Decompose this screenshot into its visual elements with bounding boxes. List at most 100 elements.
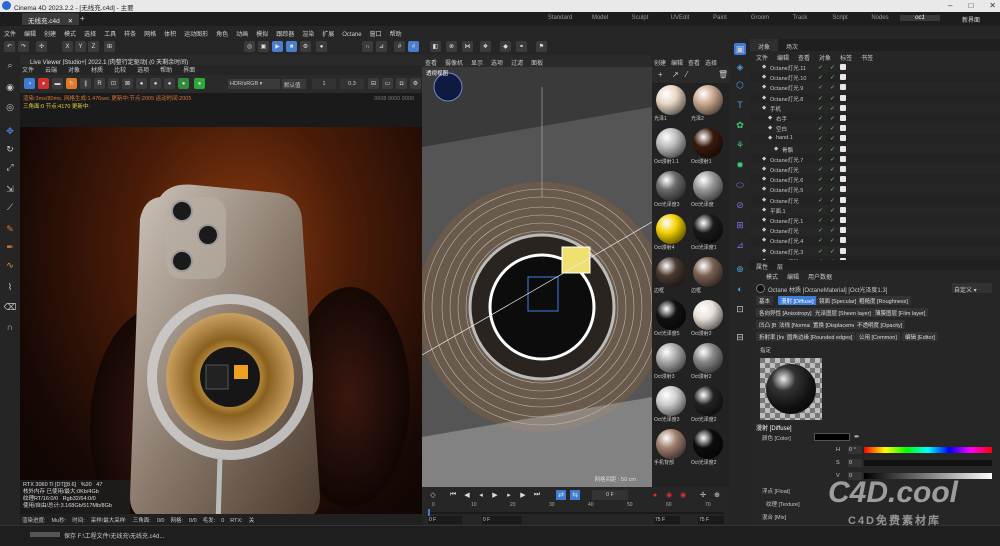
- render-check-icon[interactable]: ✓: [830, 105, 835, 112]
- object-row[interactable]: ◆ 右手 ✓ ✓: [750, 113, 1000, 123]
- status-green-icon[interactable]: ●: [178, 78, 189, 89]
- edit-icon[interactable]: ⁄: [686, 70, 687, 79]
- symmetry-icon[interactable]: ⋈: [462, 41, 473, 52]
- knife-icon[interactable]: ⟋: [4, 201, 16, 213]
- close-button[interactable]: ✕: [989, 1, 996, 10]
- auto-key-icon[interactable]: ◉: [664, 490, 674, 500]
- render-check-icon[interactable]: ✓: [830, 125, 835, 132]
- material-swatch[interactable]: Oct光泽度: [691, 171, 725, 211]
- object-tag-icon[interactable]: [840, 155, 846, 162]
- rendered-image[interactable]: [20, 127, 422, 525]
- object-tag-icon[interactable]: [840, 196, 846, 203]
- menu-item-18[interactable]: 帮助: [390, 29, 402, 38]
- menu-item-5[interactable]: 工具: [104, 29, 116, 38]
- rotate-icon[interactable]: ↻: [4, 143, 16, 155]
- loop-icon[interactable]: ⇄: [556, 490, 566, 500]
- parameter-tab-10[interactable]: 不透明度 [Opacity]: [854, 320, 906, 329]
- object-tag-icon[interactable]: [840, 115, 846, 121]
- render-check-icon[interactable]: ✓: [830, 248, 835, 255]
- generator-icon[interactable]: ✿: [734, 119, 746, 131]
- add-material-icon[interactable]: +: [658, 70, 663, 79]
- axis-z-button[interactable]: Z: [88, 41, 99, 52]
- object-tag-icon[interactable]: [840, 176, 846, 183]
- object-row[interactable]: ◆ Octane灯光.8 ✓ ✓: [750, 93, 1000, 103]
- misc-icon[interactable]: ⊟: [734, 331, 746, 343]
- parameter-tab-14[interactable]: 编辑 [Editor]: [902, 332, 938, 341]
- object-tag-icon[interactable]: [840, 227, 846, 234]
- visibility-check-icon[interactable]: ✓: [818, 156, 823, 163]
- node-icon[interactable]: ⚭: [516, 41, 527, 52]
- lv-menu-item-0[interactable]: 文件: [20, 65, 34, 74]
- magnet-tool-icon[interactable]: ∩: [4, 321, 16, 333]
- pen-icon[interactable]: ✒: [4, 241, 16, 253]
- brush-icon[interactable]: ✎: [4, 223, 16, 235]
- light-icon[interactable]: ◐: [734, 283, 746, 295]
- material-swatch[interactable]: Oct光泽度2: [691, 429, 725, 469]
- attribute-menu-item-2[interactable]: 用户数据: [808, 275, 832, 281]
- layout-tab-8[interactable]: Nodes: [860, 15, 900, 21]
- search-icon[interactable]: ⌕: [4, 59, 16, 71]
- environment-icon[interactable]: ⊕: [734, 263, 746, 275]
- material-swatch[interactable]: Oct漫射3: [654, 343, 688, 383]
- material-swatch[interactable]: 光泽1: [654, 85, 688, 125]
- render-check-icon[interactable]: ✓: [830, 237, 835, 244]
- parameter-tab-1[interactable]: 漫射 [Diffuse]: [778, 296, 817, 305]
- value-field-1[interactable]: 1: [312, 79, 336, 89]
- render-check-icon[interactable]: ✓: [830, 74, 835, 81]
- spline-icon[interactable]: ∿: [4, 259, 16, 271]
- film-icon[interactable]: ⊡: [108, 78, 119, 89]
- render-check-icon[interactable]: ✓: [830, 186, 835, 193]
- object-row[interactable]: ◆ 骨骼 ✓ ✓: [750, 143, 1000, 154]
- scale-icon[interactable]: ⤢: [4, 161, 16, 173]
- object-tag-icon[interactable]: [840, 145, 846, 152]
- render-check-icon[interactable]: ✓: [830, 95, 835, 102]
- cube-icon[interactable]: ■: [286, 41, 297, 52]
- axis-x-button[interactable]: X: [62, 41, 73, 52]
- h-value[interactable]: 0 °: [848, 446, 862, 454]
- goto-end-icon[interactable]: ⏭: [532, 490, 542, 500]
- render-check-icon[interactable]: ✓: [830, 166, 835, 173]
- render-check-icon[interactable]: ✓: [830, 176, 835, 183]
- menu-item-13[interactable]: 跟踪器: [276, 29, 294, 38]
- add-tab-icon[interactable]: +: [80, 14, 85, 23]
- render-check-icon[interactable]: ✓: [830, 217, 835, 224]
- menu-item-6[interactable]: 样条: [124, 29, 136, 38]
- object-row[interactable]: ◆ Octane灯光.7 ✓ ✓: [750, 154, 1000, 164]
- layout-tab-6[interactable]: Track: [780, 15, 820, 21]
- motion-icon[interactable]: ✢: [698, 490, 708, 500]
- material-swatch[interactable]: Oct漫射2: [691, 300, 725, 340]
- material-swatch[interactable]: Oct漫射1.1: [654, 128, 688, 168]
- object-row[interactable]: ◆ Octane灯光.3 ✓ ✓: [750, 245, 1000, 256]
- material-swatch[interactable]: 边框: [654, 257, 688, 297]
- object-tag-icon[interactable]: [840, 64, 846, 70]
- object-row[interactable]: ◆ 空白 ✓ ✓: [750, 123, 1000, 134]
- effector-icon[interactable]: ✹: [734, 159, 746, 171]
- visibility-check-icon[interactable]: ✓: [818, 227, 823, 234]
- menu-item-15[interactable]: 扩展: [322, 29, 334, 38]
- render-icon[interactable]: ▶: [272, 41, 283, 52]
- object-row[interactable]: ◆Octane灯光 ✓ ✓: [750, 164, 1000, 175]
- parameter-tab-12[interactable]: 圆角边缘 [Rounded edges]: [784, 332, 856, 341]
- lv-menu-item-7[interactable]: 界面: [181, 65, 195, 74]
- render-check-icon[interactable]: ✓: [830, 84, 835, 91]
- render-check-icon[interactable]: ✓: [830, 146, 835, 153]
- minimize-button[interactable]: –: [948, 1, 952, 10]
- magnet-icon[interactable]: ∩: [362, 41, 373, 52]
- menu-item-11[interactable]: 动画: [236, 29, 248, 38]
- eyedropper-icon[interactable]: ✒: [854, 433, 860, 441]
- object-row[interactable]: ◆Octane灯光 ✓ ✓: [750, 195, 1000, 205]
- layout-tab-7[interactable]: Script: [820, 15, 860, 21]
- object-row[interactable]: ◆ Octane灯光.11 ✓ ✓: [750, 62, 1000, 73]
- render-settings-icon[interactable]: ⚙: [300, 41, 311, 52]
- visibility-check-icon[interactable]: ✓: [818, 186, 823, 193]
- menu-item-3[interactable]: 模式: [64, 29, 76, 38]
- next-key-icon[interactable]: ▶: [518, 490, 528, 500]
- coordinate-icon[interactable]: ⊞: [104, 41, 115, 52]
- bend-icon[interactable]: ⊿: [734, 239, 746, 251]
- save-image-icon[interactable]: ▭: [382, 78, 393, 89]
- visibility-check-icon[interactable]: ✓: [818, 125, 823, 132]
- render-check-icon[interactable]: ✓: [830, 197, 835, 204]
- menu-item-17[interactable]: 窗口: [370, 29, 382, 38]
- lock-camera-icon[interactable]: ⊠: [122, 78, 133, 89]
- object-row[interactable]: ◆ Octane灯光.10 ✓ ✓: [750, 72, 1000, 82]
